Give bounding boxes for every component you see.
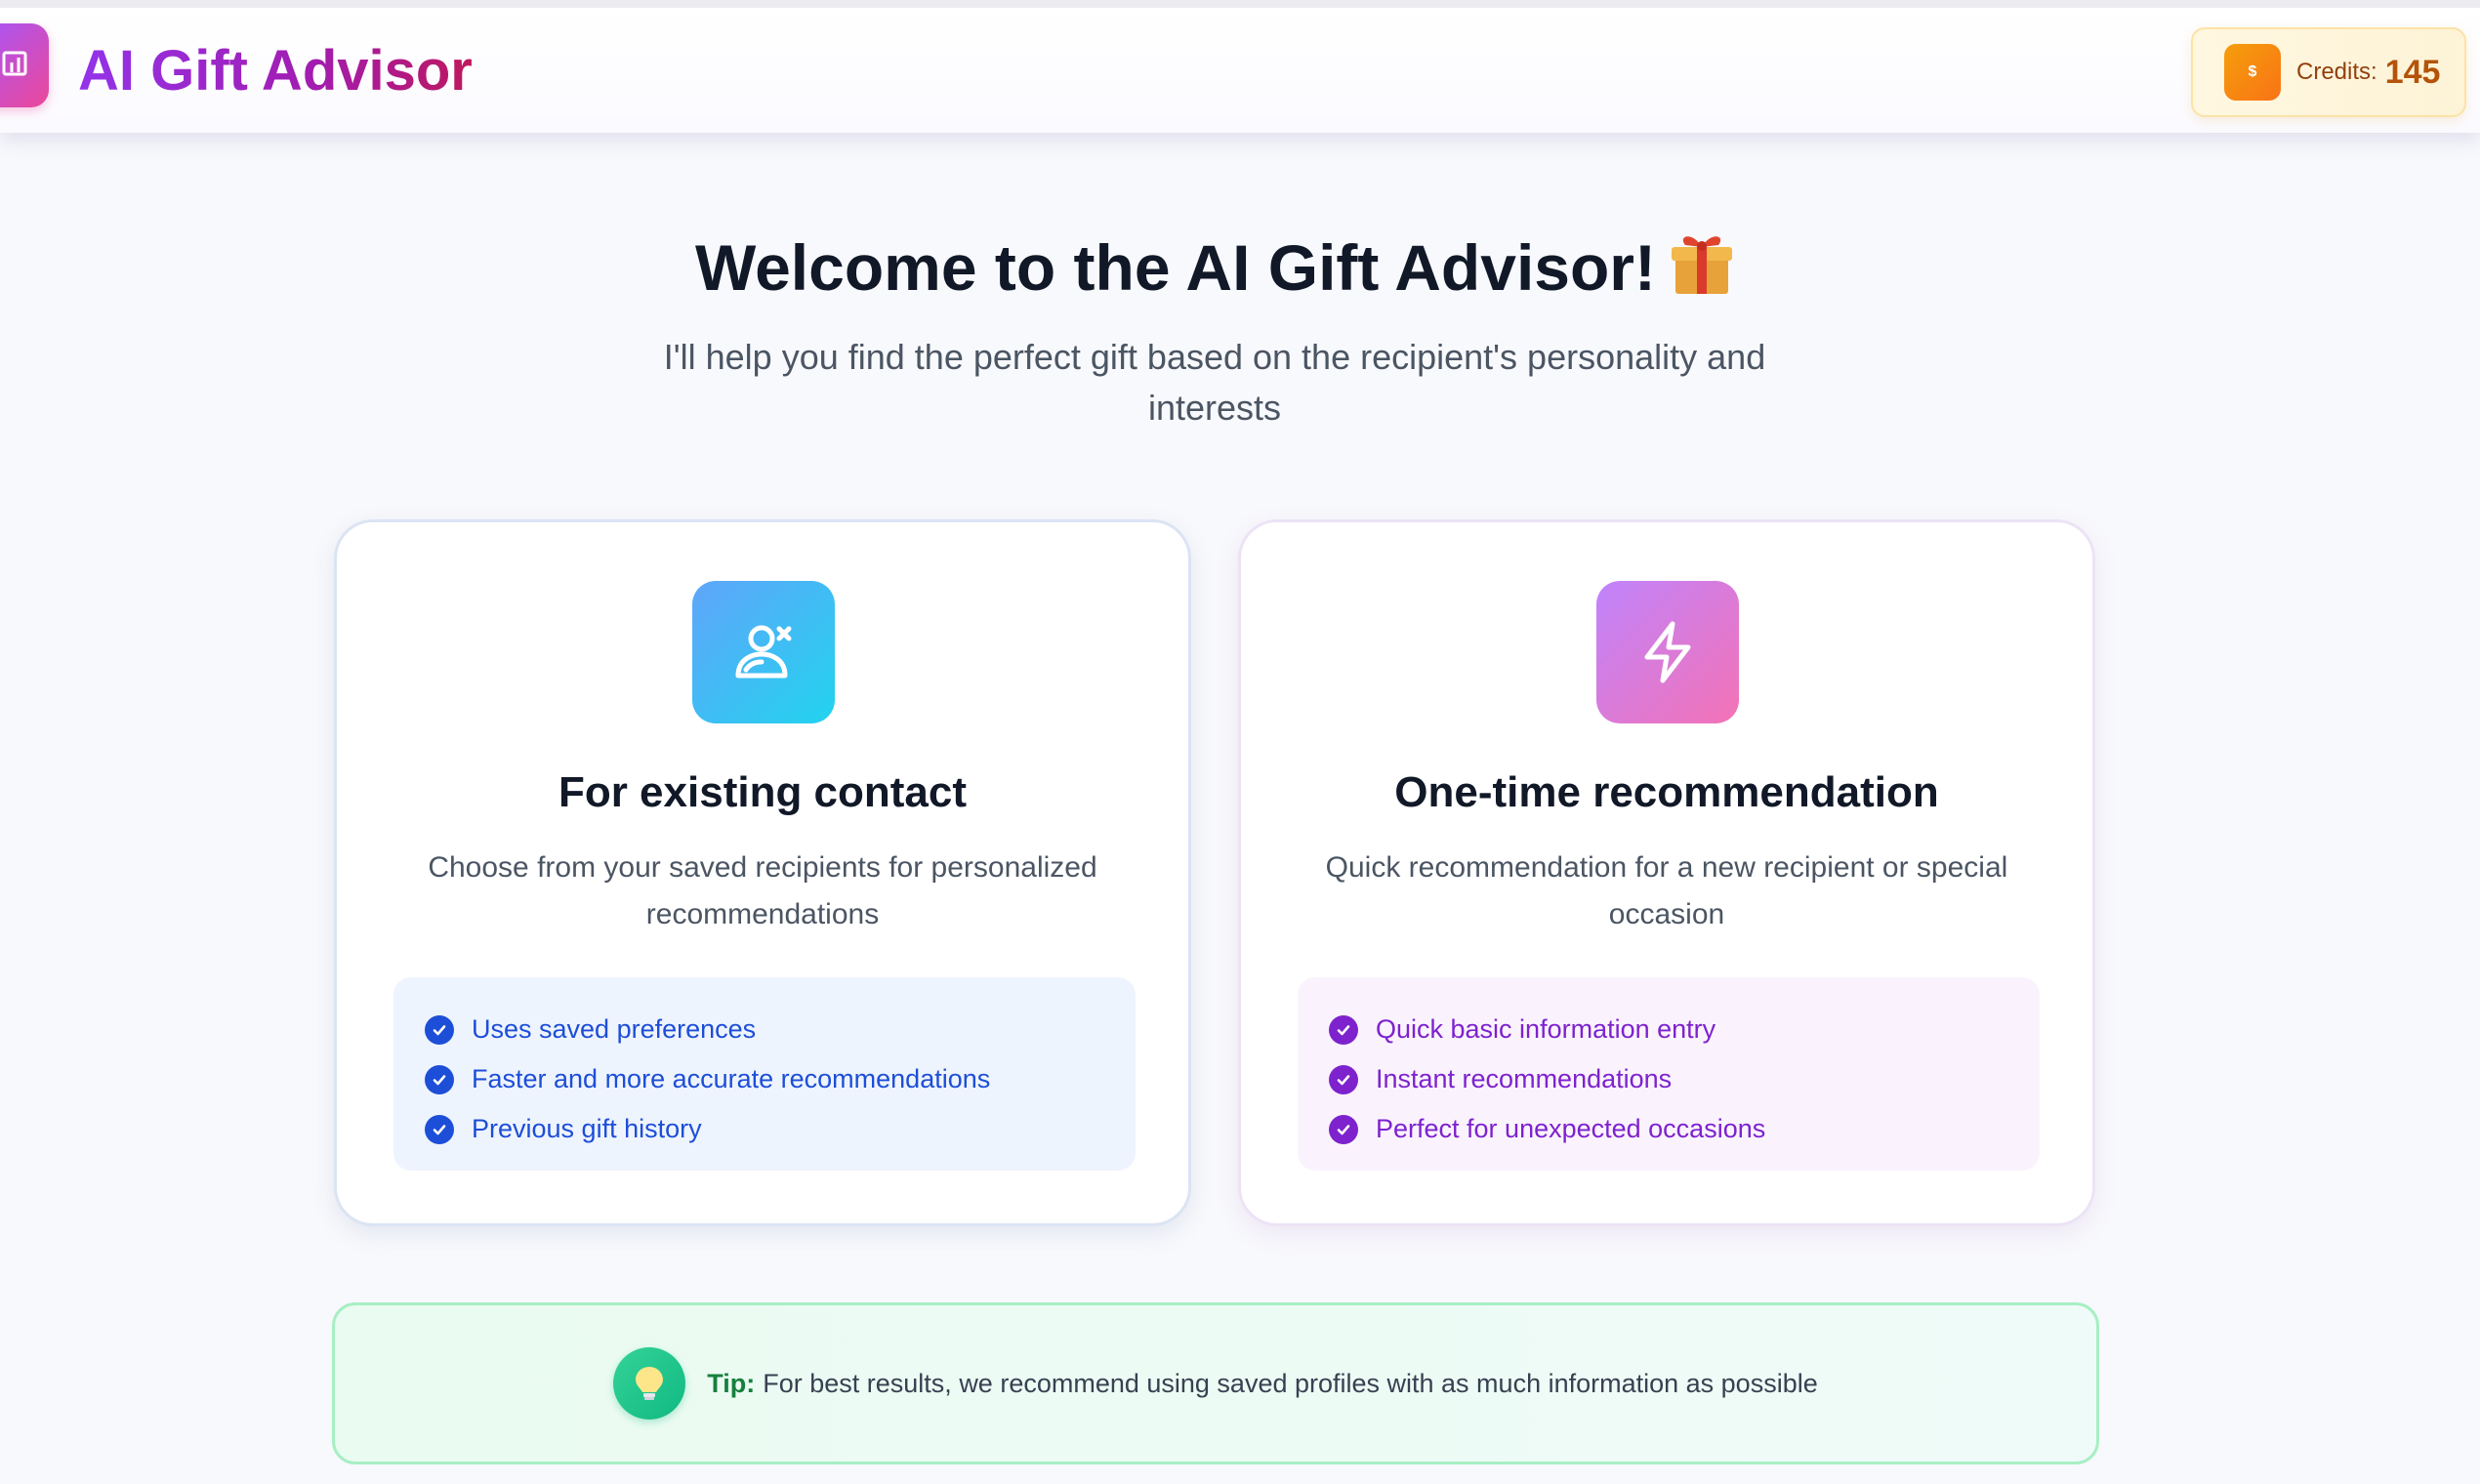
page-subtitle: I'll help you find the perfect gift base…: [663, 337, 1766, 428]
check-circle-icon: [425, 1064, 454, 1094]
one-time-recommendation-card[interactable]: One-time recommendation Quick recommenda…: [1238, 519, 2095, 1226]
credits-label: Credits:: [2296, 59, 2377, 85]
feature-text: Quick basic information entry: [1376, 1014, 1716, 1044]
app-title: AI Gift Advisor: [78, 37, 473, 105]
card-title: One-time recommendation: [1394, 768, 1939, 816]
tip-banner: Tip: For best results, we recommend using…: [332, 1302, 2099, 1464]
lightning-bolt-icon: [1596, 581, 1739, 723]
feature-text: Previous gift history: [472, 1114, 702, 1143]
card-title: For existing contact: [558, 768, 968, 816]
existing-contact-card[interactable]: For existing contact Choose from your sa…: [334, 519, 1191, 1226]
card-description: Choose from your saved recipients for pe…: [428, 851, 1097, 930]
credits-value: 145: [2384, 53, 2441, 91]
feature-text: Faster and more accurate recommendations: [472, 1064, 991, 1093]
tip-message: For best results, we recommend using sav…: [763, 1368, 1818, 1398]
page-title: Welcome to the AI Gift Advisor!: [0, 227, 2429, 314]
list-item: Quick basic information entry: [1329, 1005, 2008, 1054]
contact-person-icon: [692, 581, 835, 723]
gift-icon: [1670, 229, 1734, 314]
check-circle-icon: [425, 1114, 454, 1144]
page-title-text: Welcome to the AI Gift Advisor!: [695, 231, 1656, 304]
chart-bars-icon: [1, 49, 30, 83]
list-item: Perfect for unexpected occasions: [1329, 1104, 2008, 1154]
check-circle-icon: [1329, 1014, 1358, 1045]
feature-text: Instant recommendations: [1376, 1064, 1673, 1093]
list-item: Uses saved preferences: [425, 1005, 1104, 1054]
tip-label: Tip:: [707, 1368, 756, 1398]
check-circle-icon: [1329, 1114, 1358, 1144]
check-circle-icon: [1329, 1064, 1358, 1094]
app-logo[interactable]: [0, 23, 49, 107]
card-description: Quick recommendation for a new recipient…: [1325, 851, 2008, 930]
list-item: Instant recommendations: [1329, 1054, 2008, 1104]
feature-text: Perfect for unexpected occasions: [1376, 1114, 1766, 1143]
lightbulb-icon: [613, 1347, 686, 1420]
credits-badge[interactable]: $ Credits: 145: [2191, 27, 2466, 117]
coin-icon: $: [2224, 44, 2281, 101]
feature-text: Uses saved preferences: [472, 1014, 757, 1044]
list-item: Previous gift history: [425, 1104, 1104, 1154]
feature-list: Quick basic information entry Instant re…: [1298, 977, 2040, 1171]
check-circle-icon: [425, 1014, 454, 1045]
app-header: AI Gift Advisor $ Credits: 145: [0, 0, 2480, 133]
list-item: Faster and more accurate recommendations: [425, 1054, 1104, 1104]
feature-list: Uses saved preferences Faster and more a…: [393, 977, 1136, 1171]
tip-text: Tip: For best results, we recommend using…: [707, 1369, 1817, 1399]
